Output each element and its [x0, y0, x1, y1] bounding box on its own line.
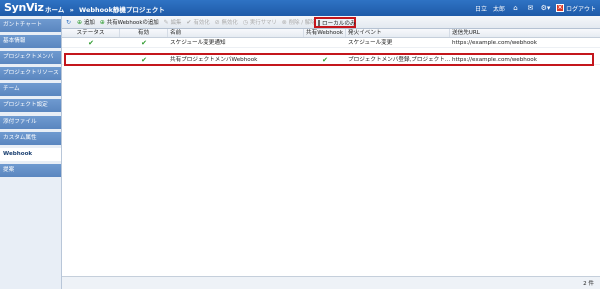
column-header-status[interactable]: ステータス [62, 29, 120, 37]
sidebar-item-proposal[interactable]: 提案 [0, 163, 61, 177]
delete-icon: ⊗ [281, 18, 287, 26]
logout-label: ログアウト [565, 5, 596, 13]
grid-header: ステータス 有効 名前 共有Webhook 発火イベント 送信先URL [62, 29, 600, 38]
sidebar-item-custom-attributes[interactable]: カスタム属性 [0, 131, 61, 145]
sidebar-item-attachments[interactable]: 添付ファイル [0, 115, 61, 129]
sidebar-item-basic-info[interactable]: 基本情報 [0, 35, 61, 49]
webhook-grid: ステータス 有効 名前 共有Webhook 発火イベント 送信先URL ✔ ✔ … [62, 29, 600, 276]
trigger-event: スケジュール変更 [348, 40, 393, 46]
sidebar-item-members[interactable]: プロジェクトメンバ [0, 51, 61, 65]
enable-icon: ✔ [186, 18, 192, 26]
sidebar-item-settings[interactable]: プロジェクト設定 [0, 99, 61, 113]
sidebar-item-webhook[interactable]: Webhook [0, 147, 61, 161]
home-icon[interactable]: ⌂ [511, 4, 520, 13]
status-check-icon: ✔ [88, 39, 94, 47]
enable-button[interactable]: ✔ 有効化 [185, 18, 210, 27]
mail-icon[interactable]: ✉ [526, 4, 535, 13]
app-header: SynViz ホーム » Webhook静機プロジェクト 日立 太郎 ⌂ ✉ ⚙… [0, 0, 600, 16]
breadcrumb-home[interactable]: ホーム [45, 6, 64, 14]
sidebar-item-resources[interactable]: プロジェクトリソース [0, 67, 61, 81]
webhook-toolbar: ↻ ⊕ 追加 ⊕ 共有Webhookの追加 ✎ 編集 ✔ 有効化 ⊘ 無効化 ◷… [62, 16, 600, 29]
column-header-url[interactable]: 送信先URL [450, 29, 600, 37]
disable-button[interactable]: ⊘ 無効化 [214, 18, 238, 27]
refresh-icon[interactable]: ↻ [65, 19, 72, 26]
edit-label: 編集 [170, 20, 182, 26]
add-shared-label: 共有Webhookの追加 [106, 20, 159, 26]
delete-button[interactable]: ⊗ 削除 / 解除 [281, 18, 316, 27]
add-shared-icon: ⊕ [99, 18, 105, 26]
column-header-event[interactable]: 発火イベント [346, 29, 450, 37]
logout-link[interactable]: × ログアウト [555, 4, 596, 13]
history-label: 実行サマリ [249, 20, 277, 26]
enabled-check-icon: ✔ [141, 39, 147, 47]
local-only-label: ローカルのみ [322, 20, 356, 27]
webhook-name: スケジュール変更通知 [170, 40, 226, 46]
sidebar-item-gantt[interactable]: ガントチャート [0, 19, 61, 32]
project-sidebar: ガントチャート 基本情報 プロジェクトメンバ プロジェクトリソース チーム プロ… [0, 16, 62, 289]
header-user-area: 日立 太郎 ⌂ ✉ ⚙▾ × ログアウト [475, 3, 596, 13]
breadcrumb-separator: » [69, 6, 74, 14]
column-header-enabled[interactable]: 有効 [120, 29, 168, 37]
breadcrumb: ホーム » Webhook静機プロジェクト [45, 4, 165, 14]
column-header-shared[interactable]: 共有Webhook [304, 29, 346, 37]
enable-label: 有効化 [193, 20, 210, 26]
user-name: 日立 太郎 [474, 5, 505, 13]
edit-icon: ✎ [163, 18, 169, 26]
table-row[interactable]: ✔ ✔ スケジュール変更通知 スケジュール変更 https://example.… [62, 39, 600, 48]
column-header-name[interactable]: 名前 [168, 29, 304, 37]
history-icon: ◷ [242, 18, 248, 26]
breadcrumb-project[interactable]: Webhook静機プロジェクト [79, 6, 165, 14]
add-shared-webhook-button[interactable]: ⊕ 共有Webhookの追加 [99, 18, 159, 27]
target-url: https://example.com/webhook [452, 40, 537, 46]
add-button[interactable]: ⊕ 追加 [76, 18, 95, 27]
sidebar-item-team[interactable]: チーム [0, 83, 61, 97]
status-bar: 2 件 [62, 276, 600, 289]
local-only-toggle[interactable]: ローカルのみ [314, 17, 356, 28]
record-count: 2 件 [583, 281, 594, 287]
logout-icon: × [555, 4, 564, 12]
local-only-checkbox[interactable] [318, 19, 320, 26]
row-highlight-frame [64, 53, 594, 66]
disable-icon: ⊘ [214, 18, 220, 26]
delete-label: 削除 / 解除 [288, 20, 316, 26]
history-button[interactable]: ◷ 実行サマリ [242, 18, 277, 27]
add-label: 追加 [84, 20, 95, 26]
disable-label: 無効化 [221, 20, 238, 26]
shared-check-icon [304, 39, 346, 47]
add-icon: ⊕ [76, 18, 83, 26]
edit-button[interactable]: ✎ 編集 [163, 18, 182, 27]
settings-menu-icon[interactable]: ⚙▾ [541, 4, 551, 13]
synviz-logo[interactable]: SynViz [4, 1, 44, 14]
